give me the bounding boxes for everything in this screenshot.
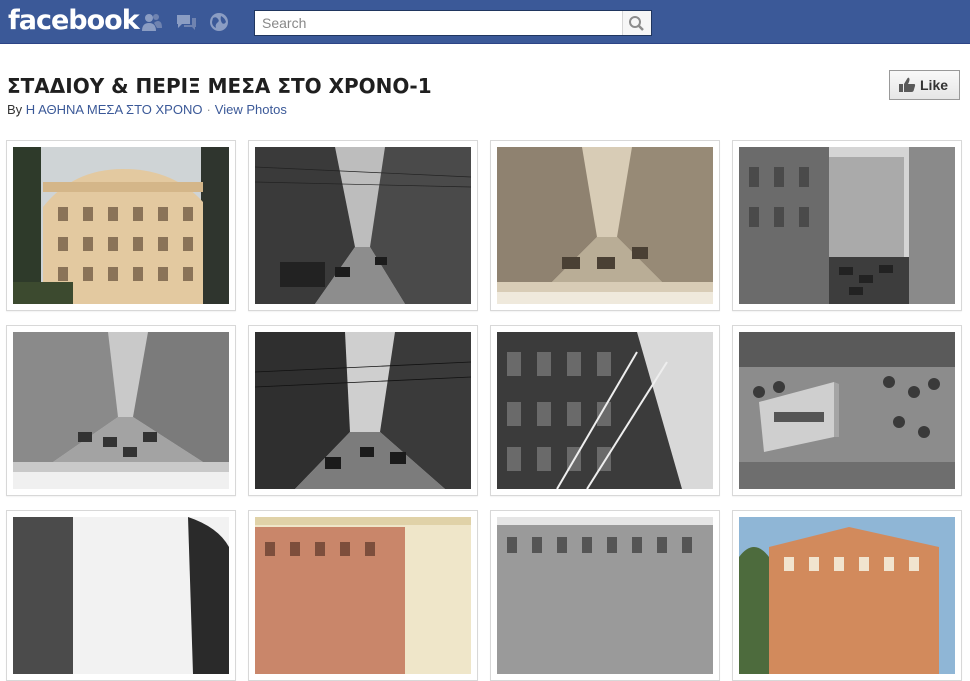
photo-image	[497, 147, 713, 304]
photo-thumbnail[interactable]	[248, 140, 478, 311]
separator-dot: ·	[206, 102, 211, 117]
photo-thumbnail[interactable]	[490, 510, 720, 681]
photo-image	[497, 517, 713, 674]
photo-image	[739, 147, 955, 304]
search-box	[254, 10, 652, 36]
photo-image	[13, 332, 229, 489]
photo-image	[255, 147, 471, 304]
thumbs-up-icon	[899, 77, 916, 92]
view-photos-link[interactable]: View Photos	[215, 102, 287, 117]
top-bar: facebook	[0, 0, 970, 44]
messages-icon[interactable]	[175, 12, 197, 32]
photo-thumbnail[interactable]	[6, 510, 236, 681]
photo-thumbnail[interactable]	[248, 325, 478, 496]
by-prefix: By	[7, 102, 23, 117]
author-link[interactable]: Η ΑΘΗΝΑ ΜΕΣΑ ΣΤΟ ΧΡΟΝΟ	[26, 102, 203, 117]
photo-image	[739, 332, 955, 489]
photo-image	[13, 517, 229, 674]
search-icon	[629, 16, 644, 31]
search-button[interactable]	[622, 11, 651, 35]
facebook-logo[interactable]: facebook	[8, 5, 140, 36]
album-title: ΣΤΑΔΙΟΥ & ΠΕΡΙΞ ΜΕΣΑ ΣΤΟ ΧΡΟΝΟ-1	[7, 74, 432, 98]
like-button[interactable]: Like	[889, 70, 960, 100]
friends-icon[interactable]	[141, 12, 163, 32]
photo-thumbnail[interactable]	[490, 325, 720, 496]
photo-thumbnail[interactable]	[6, 325, 236, 496]
photo-thumbnail[interactable]	[732, 325, 962, 496]
search-input[interactable]	[255, 11, 622, 35]
photo-image	[255, 517, 471, 674]
photo-image	[255, 332, 471, 489]
photo-thumbnail[interactable]	[732, 510, 962, 681]
photo-thumbnail[interactable]	[248, 510, 478, 681]
like-label: Like	[920, 77, 949, 93]
photo-image	[497, 332, 713, 489]
photo-thumbnail[interactable]	[490, 140, 720, 311]
photo-image	[13, 147, 229, 304]
photo-thumbnail[interactable]	[732, 140, 962, 311]
photo-thumbnail[interactable]	[6, 140, 236, 311]
notifications-globe-icon[interactable]	[208, 12, 230, 32]
photo-image	[739, 517, 955, 674]
album-byline: By Η ΑΘΗΝΑ ΜΕΣΑ ΣΤΟ ΧΡΟΝΟ · View Photos	[7, 102, 287, 117]
